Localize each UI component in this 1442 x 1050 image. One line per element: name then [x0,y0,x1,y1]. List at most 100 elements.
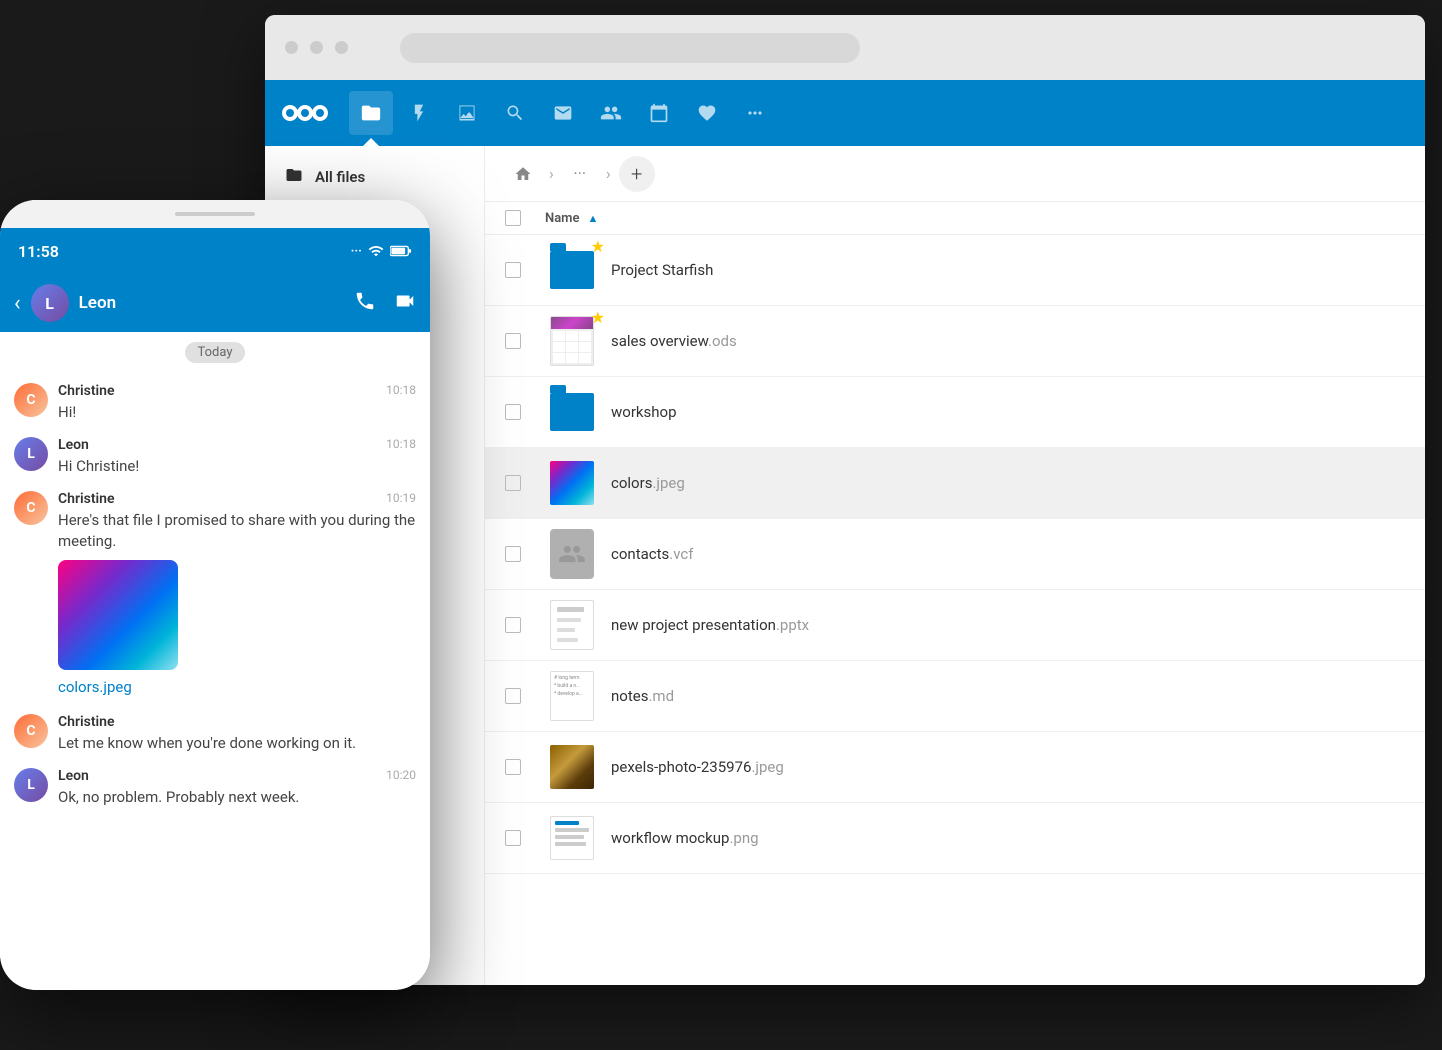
file-checkbox[interactable] [505,475,521,491]
chat-messages[interactable]: C Christine 10:18 Hi! L [0,373,430,990]
nav-contacts-icon[interactable] [589,91,633,135]
leon-avatar: L [14,768,48,802]
file-icon-col [545,387,599,437]
row-checkbox-col [505,830,545,846]
nav-calendar-icon[interactable] [637,91,681,135]
leon-avatar-inner: L [31,284,69,322]
file-ext-text: .jpeg [751,758,783,776]
file-checkbox[interactable] [505,830,521,846]
message-time: 10:20 [386,768,416,784]
message-meta: Leon 10:18 [58,437,416,453]
name-column-header[interactable]: Name ▲ [545,211,1405,226]
file-icon-col: # long term * build a n... * develop a..… [545,671,599,721]
star-badge: ★ [591,308,605,327]
file-name-text: workflow mockup [611,829,729,847]
row-checkbox-col [505,404,545,420]
sidebar-item-all-files[interactable]: All files [265,156,484,198]
file-name-text: contacts [611,545,669,563]
breadcrumb-add-button[interactable]: + [619,156,655,192]
file-row[interactable]: # long term * build a n... * develop a..… [485,661,1425,732]
message-header: L Leon 10:20 Ok, no problem. Probably ne… [14,768,416,808]
file-icon-col [545,458,599,508]
file-row[interactable]: pexels-photo-235976.jpeg [485,732,1425,803]
message-meta: Christine 10:19 [58,491,416,507]
nextcloud-logo[interactable] [275,93,335,133]
nav-search-icon[interactable] [493,91,537,135]
folder-icon [550,251,594,289]
file-row[interactable]: colors.jpeg [485,448,1425,519]
message-text: Hi! [58,402,416,423]
colors-thumbnail [550,461,594,505]
shared-image[interactable] [58,560,178,670]
file-name-text: colors [611,474,652,492]
file-row[interactable]: contacts.vcf [485,519,1425,590]
message-meta: Christine [58,714,416,730]
back-button[interactable]: ‹ [14,291,21,316]
sender-name: Leon [58,437,89,453]
chat-message: C Christine Let me know when you're done… [14,714,416,754]
chat-header: ‹ L Leon [0,274,430,332]
browser-dot-yellow[interactable] [310,41,323,54]
row-checkbox-col [505,688,545,704]
nav-files-icon[interactable] [349,91,393,135]
phone-scroll-pill [175,212,255,216]
row-checkbox-col [505,333,545,349]
file-checkbox[interactable] [505,546,521,562]
file-row[interactable]: workflow mockup.png [485,803,1425,874]
folder-icon [550,393,594,431]
message-content: Christine 10:19 Here's that file I promi… [58,491,416,700]
file-name-text: pexels-photo-235976 [611,758,751,776]
file-checkbox[interactable] [505,262,521,278]
message-text: Hi Christine! [58,456,416,477]
file-link[interactable]: colors.jpeg [58,678,416,696]
date-badge: Today [185,342,244,363]
row-checkbox-col [505,262,545,278]
home-breadcrumb-button[interactable] [505,156,541,192]
nav-favorites-icon[interactable] [685,91,729,135]
breadcrumb-dots-button[interactable]: ··· [562,156,598,192]
breadcrumb-chevron-2: › [606,164,611,183]
nextcloud-navbar [265,80,1425,146]
file-ext-text: .ods [708,332,737,350]
sender-name: Christine [58,491,115,507]
message-header: C Christine 10:18 Hi! [14,383,416,423]
file-name-text: workshop [611,403,677,421]
christine-avatar-inner: C [14,383,48,417]
phone-overlay: 11:58 ··· ‹ L Leon [0,200,430,990]
christine-avatar-inner: C [14,491,48,525]
browser-dot-green[interactable] [335,41,348,54]
file-row[interactable]: new project presentation.pptx [485,590,1425,661]
phone-call-icon[interactable] [354,290,376,317]
file-checkbox[interactable] [505,617,521,633]
video-call-icon[interactable] [394,290,416,317]
file-row[interactable]: ★ Project Starfish [485,235,1425,306]
nav-more-icon[interactable] [733,91,777,135]
ods-file-icon [550,316,594,366]
chat-message: L Leon 10:20 Ok, no problem. Probably ne… [14,768,416,808]
select-all-checkbox[interactable] [505,210,521,226]
browser-window: All files Recent › [265,15,1425,985]
pptx-file-icon [550,600,594,650]
christine-avatar: C [14,491,48,525]
browser-chrome [265,15,1425,80]
dots-status: ··· [351,244,362,259]
browser-address-bar[interactable] [400,33,860,63]
file-icon-col [545,529,599,579]
file-checkbox[interactable] [505,333,521,349]
file-row[interactable]: workshop [485,377,1425,448]
phone-scroll-bar [0,200,430,228]
phone-time: 11:58 [18,242,59,261]
chat-message: L Leon 10:18 Hi Christine! [14,437,416,477]
message-content: Leon 10:20 Ok, no problem. Probably next… [58,768,416,808]
nav-activity-icon[interactable] [397,91,441,135]
nav-mail-icon[interactable] [541,91,585,135]
leon-avatar: L [14,437,48,471]
file-name-col: Project Starfish [611,261,1405,279]
browser-dot-red[interactable] [285,41,298,54]
nav-gallery-icon[interactable] [445,91,489,135]
sender-name: Leon [58,768,89,784]
file-checkbox[interactable] [505,404,521,420]
file-row[interactable]: ★ sales overview.ods [485,306,1425,377]
file-checkbox[interactable] [505,759,521,775]
file-checkbox[interactable] [505,688,521,704]
